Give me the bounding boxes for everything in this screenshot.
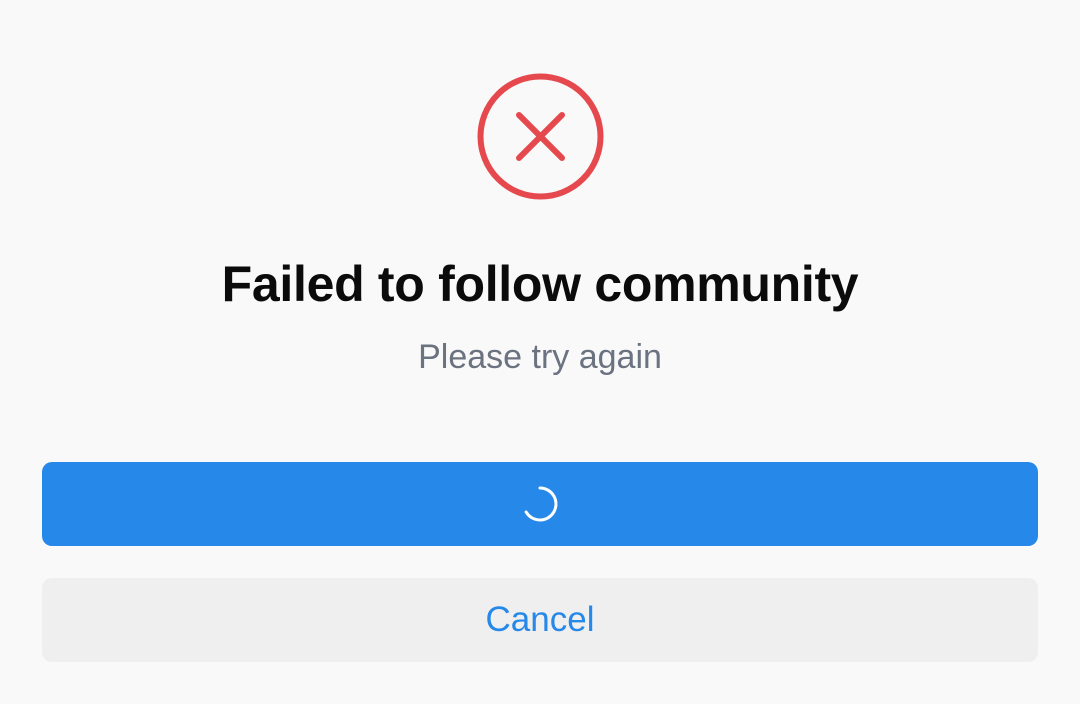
cancel-button[interactable]: Cancel	[42, 578, 1038, 662]
dialog-subtitle: Please try again	[418, 338, 662, 376]
dialog-title: Failed to follow community	[221, 256, 859, 312]
loading-spinner-icon	[524, 486, 558, 522]
retry-button[interactable]	[42, 462, 1038, 546]
error-dialog: Failed to follow community Please try ag…	[0, 0, 1080, 704]
error-x-circle-icon	[477, 73, 604, 200]
